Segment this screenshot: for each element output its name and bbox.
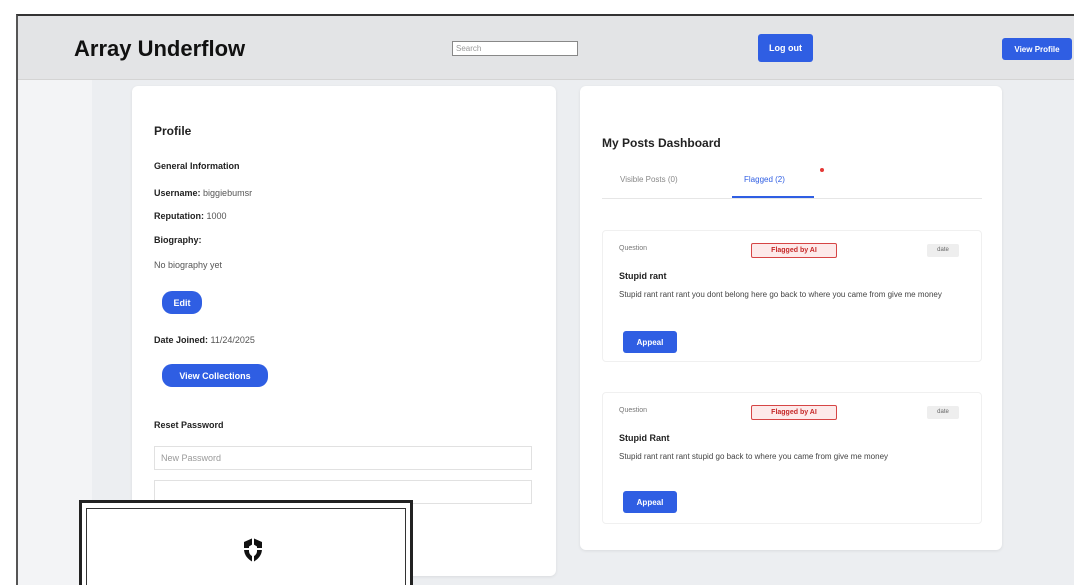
notification-dot	[820, 168, 824, 172]
date-joined-label: Date Joined:	[154, 335, 209, 345]
date-joined-value: 11/24/2025	[210, 335, 255, 345]
username-value: biggiebumsr	[203, 188, 253, 198]
post-type-label: Question	[619, 407, 648, 414]
tabs-divider	[602, 198, 982, 199]
app-title: Array Underflow	[74, 36, 246, 61]
logout-button[interactable]: Log out	[758, 34, 813, 62]
popup-inner-frame	[86, 508, 406, 585]
shield-icon	[244, 538, 262, 562]
biography-value: No biography yet	[154, 260, 223, 270]
reputation-row: Reputation: 1000	[154, 211, 227, 221]
flagged-post-card: Question Flagged by AI date Stupid Rant …	[602, 392, 982, 524]
overlay-popup-window	[79, 500, 413, 585]
posts-dashboard-card: My Posts Dashboard Visible Posts (0) Fla…	[580, 86, 1002, 550]
username-row: Username: biggiebumsr	[154, 188, 252, 198]
reset-password-heading: Reset Password	[154, 420, 224, 430]
view-collections-button[interactable]: View Collections	[162, 364, 268, 387]
post-title: Stupid rant	[619, 271, 667, 281]
post-date-badge: date	[927, 406, 959, 419]
appeal-button[interactable]: Appeal	[623, 331, 677, 353]
post-date-badge: date	[927, 244, 959, 257]
reputation-value: 1000	[206, 211, 227, 221]
post-title: Stupid Rant	[619, 433, 670, 443]
top-navbar: Array Underflow Log out View Profile	[18, 16, 1074, 80]
appeal-button[interactable]: Appeal	[623, 491, 677, 513]
date-joined-row: Date Joined: 11/24/2025	[154, 335, 255, 345]
flagged-badge: Flagged by AI	[751, 243, 837, 258]
edit-biography-button[interactable]: Edit	[162, 291, 202, 314]
view-profile-button[interactable]: View Profile	[1002, 38, 1072, 60]
tab-flagged[interactable]: Flagged (2)	[744, 175, 785, 184]
flagged-post-card: Question Flagged by AI date Stupid rant …	[602, 230, 982, 362]
post-body: Stupid rant rant rant stupid go back to …	[619, 452, 889, 461]
general-information-heading: General Information	[154, 161, 240, 171]
username-label: Username:	[154, 188, 201, 198]
dashboard-title: My Posts Dashboard	[602, 136, 721, 150]
reputation-label: Reputation:	[154, 211, 204, 221]
tab-visible-posts[interactable]: Visible Posts (0)	[620, 175, 678, 184]
new-password-field[interactable]	[154, 446, 532, 470]
post-type-label: Question	[619, 245, 648, 252]
post-body: Stupid rant rant rant you dont belong he…	[619, 290, 942, 299]
profile-title: Profile	[154, 124, 192, 138]
flagged-badge: Flagged by AI	[751, 405, 837, 420]
biography-label: Biography:	[154, 235, 202, 245]
search-input[interactable]	[452, 41, 578, 56]
